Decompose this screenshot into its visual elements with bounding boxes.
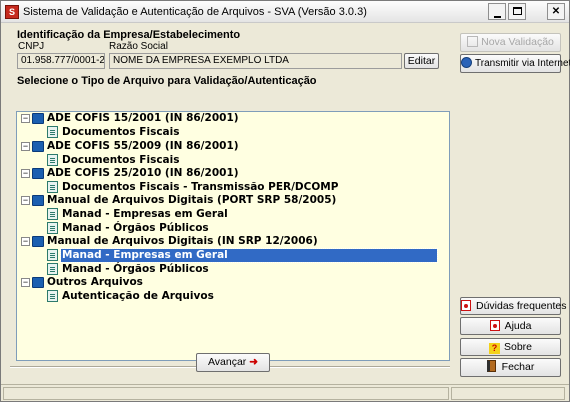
transmit-label: Transmitir via Internet: [475, 58, 570, 69]
arrow-right-icon: ➜: [249, 356, 259, 368]
collapse-toggle[interactable]: −: [21, 237, 30, 246]
document-icon: [47, 181, 58, 193]
cnpj-field[interactable]: 01.958.777/0001-22: [17, 53, 105, 69]
tree-item-autenticacao[interactable]: Autenticação de Arquivos: [62, 290, 214, 303]
collapse-toggle[interactable]: −: [21, 114, 30, 123]
collapse-toggle[interactable]: −: [21, 142, 30, 151]
document-icon: [47, 263, 58, 275]
cnpj-label: CNPJ: [18, 41, 45, 52]
main-panel: Identificação da Empresa/Estabelecimento…: [8, 27, 452, 379]
razao-social-label: Razão Social: [109, 41, 168, 52]
tree-item-manad-empresas-selected[interactable]: Manad - Empresas em Geral: [60, 248, 438, 263]
tree-item-manad-orgaos[interactable]: Manad - Órgãos Públicos: [62, 263, 209, 276]
app-logo-icon: S: [5, 5, 19, 19]
new-validation-icon: [467, 36, 479, 47]
book-icon: [32, 195, 44, 206]
document-icon: [47, 154, 58, 166]
document-icon: [47, 222, 58, 234]
app-window: S Sistema de Validação e Autenticação de…: [0, 0, 570, 402]
company-group-label: Identificação da Empresa/Estabelecimento: [17, 29, 241, 41]
book-icon: [32, 141, 44, 152]
title-bar[interactable]: S Sistema de Validação e Autenticação de…: [1, 1, 569, 23]
status-bar: [1, 384, 569, 401]
tree-item-ade-cofis-55-2009[interactable]: ADE COFIS 55/2009 (IN 86/2001): [47, 140, 239, 153]
status-panel-right: [451, 387, 565, 400]
tree-item-manual-in-srp-12-2006[interactable]: Manual de Arquivos Digitais (IN SRP 12/2…: [47, 235, 318, 248]
exit-door-icon: [486, 360, 496, 372]
new-validation-button[interactable]: Nova Validação: [460, 33, 561, 52]
tree-item-manad-orgaos[interactable]: Manad - Órgãos Públicos: [62, 222, 209, 235]
about-label: Sobre: [503, 341, 533, 353]
advance-button[interactable]: Avançar ➜: [196, 353, 270, 372]
collapse-toggle[interactable]: −: [21, 196, 30, 205]
edit-button[interactable]: Editar: [404, 53, 439, 69]
advance-label: Avançar: [207, 356, 247, 368]
minimize-button[interactable]: [488, 3, 506, 20]
document-icon: [47, 208, 58, 220]
tree-label: Selecione o Tipo de Arquivo para Validaç…: [17, 75, 317, 87]
faq-button[interactable]: Dúvidas frequentes: [460, 297, 566, 315]
book-icon: [32, 168, 44, 179]
question-icon: ?: [488, 343, 500, 354]
maximize-icon: [512, 7, 522, 15]
help-label: Ajuda: [504, 320, 532, 332]
razao-social-field[interactable]: NOME DA EMPRESA EXEMPLO LTDA: [109, 53, 402, 69]
document-icon: [47, 126, 58, 138]
faq-label: Dúvidas frequentes: [476, 300, 567, 312]
close-icon: ✕: [551, 6, 561, 17]
book-icon: [32, 277, 44, 288]
close-button[interactable]: Fechar: [460, 358, 561, 377]
globe-icon: [461, 57, 472, 68]
actions-panel: Nova Validação Transmitir via Internet D…: [457, 27, 570, 377]
tree-item-documentos-fiscais[interactable]: Documentos Fiscais: [62, 154, 179, 167]
file-type-tree[interactable]: − ADE COFIS 15/2001 (IN 86/2001) Documen…: [16, 111, 450, 361]
window-title: Sistema de Validação e Autenticação de A…: [23, 6, 367, 18]
close-window-button[interactable]: ✕: [547, 3, 565, 20]
help-button[interactable]: Ajuda: [460, 317, 561, 335]
status-panel-left: [3, 387, 449, 400]
book-icon: [32, 113, 44, 124]
book-icon: [32, 236, 44, 247]
minimize-icon: [493, 16, 501, 18]
tree-item-ade-cofis-25-2010[interactable]: ADE COFIS 25/2010 (IN 86/2001): [47, 167, 239, 180]
pdf-icon: [461, 300, 471, 311]
new-validation-label: Nova Validação: [481, 36, 554, 48]
tree-item-manad-empresas[interactable]: Manad - Empresas em Geral: [62, 208, 228, 221]
tree-item-per-dcomp[interactable]: Documentos Fiscais - Transmissão PER/DCO…: [62, 181, 338, 194]
close-label: Fechar: [501, 361, 535, 373]
collapse-toggle[interactable]: −: [21, 278, 30, 287]
tree-item-documentos-fiscais[interactable]: Documentos Fiscais: [62, 126, 179, 139]
pdf-icon: [489, 320, 500, 331]
document-icon: [47, 249, 58, 261]
tree-item-manual-port-srp-58-2005[interactable]: Manual de Arquivos Digitais (PORT SRP 58…: [47, 194, 336, 207]
document-icon: [47, 290, 58, 302]
transmit-button[interactable]: Transmitir via Internet: [460, 54, 570, 73]
tree-item-ade-cofis-15-2001[interactable]: ADE COFIS 15/2001 (IN 86/2001): [47, 112, 239, 125]
maximize-button[interactable]: [508, 3, 526, 20]
tree-item-outros-arquivos[interactable]: Outros Arquivos: [47, 276, 143, 289]
about-button[interactable]: ? Sobre: [460, 338, 561, 356]
collapse-toggle[interactable]: −: [21, 169, 30, 178]
